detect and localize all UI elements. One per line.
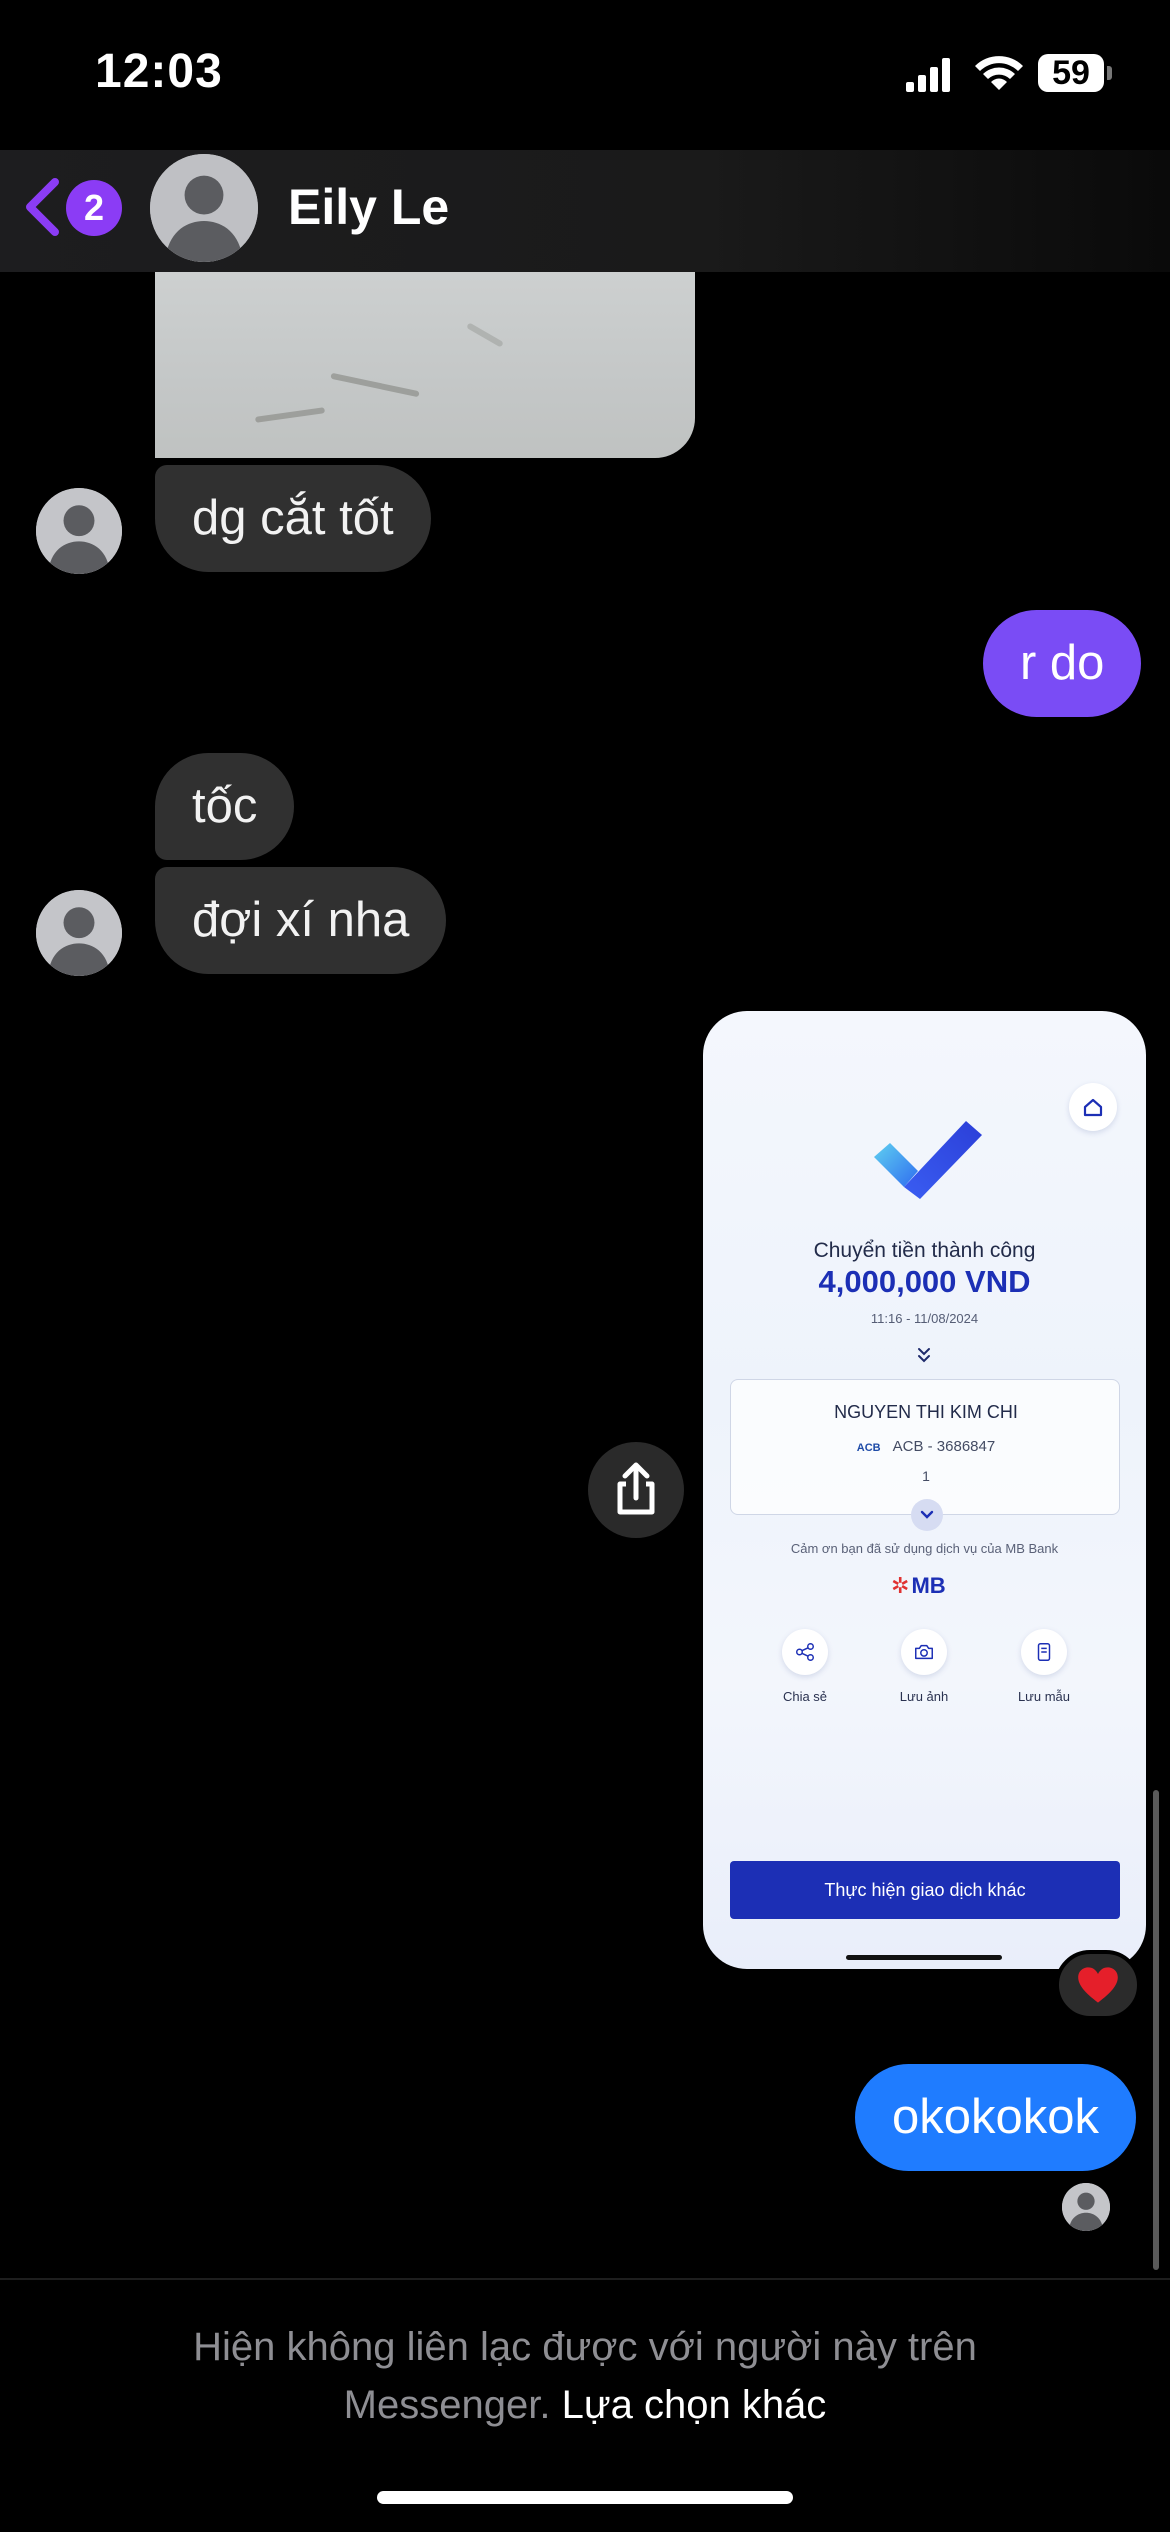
back-button[interactable]: 2 <box>22 174 122 244</box>
photo-attachment[interactable] <box>155 272 695 458</box>
sender-avatar[interactable] <box>36 890 122 976</box>
photo-detail <box>254 407 326 423</box>
status-bar: 12:03 59 <box>0 0 1170 150</box>
share-action: Chia sẻ <box>760 1629 850 1704</box>
chevron-down-icon <box>920 1510 934 1519</box>
footer-divider <box>0 2278 1170 2280</box>
person-icon <box>150 154 258 262</box>
cellular-signal-icon <box>906 58 950 92</box>
save-image-action: Lưu ảnh <box>879 1629 969 1704</box>
person-icon <box>1062 2183 1110 2231</box>
chat-header: 2 Eily Le <box>0 150 1170 272</box>
expand-details-button <box>911 1499 943 1531</box>
share-nodes-icon <box>782 1629 828 1675</box>
checkmark-icon <box>874 1121 982 1199</box>
acb-logo: ACB <box>856 1442 881 1454</box>
scrollbar[interactable] <box>1153 1790 1159 2270</box>
read-receipt-avatar <box>1062 2183 1110 2231</box>
battery-tip <box>1107 66 1112 80</box>
contact-avatar[interactable] <box>150 154 258 262</box>
share-icon <box>617 1462 655 1515</box>
home-indicator-bar[interactable] <box>377 2491 793 2504</box>
mb-bank-logo: ✲MB <box>891 1573 946 1598</box>
camera-icon <box>901 1629 947 1675</box>
other-options-link[interactable]: Lựa chọn khác <box>562 2383 827 2427</box>
person-icon <box>36 890 122 976</box>
new-transaction-button: Thực hiện giao dịch khác <box>730 1861 1120 1919</box>
transfer-receipt-image[interactable]: Chuyển tiền thành công 4,000,000 VND 11:… <box>703 1011 1146 1969</box>
wifi-icon <box>975 56 1023 90</box>
unavailable-notice: Hiện không liên lạc được với người này t… <box>100 2318 1070 2434</box>
home-indicator <box>846 1955 1002 1960</box>
transfer-note: 1 <box>922 1468 930 1484</box>
photo-detail <box>466 322 504 348</box>
message-bubble-incoming[interactable]: dg cắt tốt <box>155 465 431 572</box>
double-chevron-down-icon <box>918 1348 930 1363</box>
document-icon <box>1021 1629 1067 1675</box>
message-bubble-outgoing[interactable]: r do <box>983 610 1142 717</box>
unread-badge: 2 <box>66 180 122 236</box>
message-bubble-incoming[interactable]: đợi xí nha <box>155 867 447 974</box>
save-template-action: Lưu mẫu <box>999 1629 1089 1704</box>
status-time: 12:03 <box>95 45 223 98</box>
star-icon: ✲ <box>891 1573 910 1598</box>
share-button[interactable] <box>588 1442 684 1538</box>
transfer-amount: 4,000,000 VND <box>818 1264 1031 1299</box>
transfer-datetime: 11:16 - 11/08/2024 <box>870 1311 979 1326</box>
thanks-text: Cảm ơn bạn đã sử dụng dịch vụ của MB Ban… <box>790 1541 1059 1556</box>
account-number: ACB - 3686847 <box>892 1438 996 1455</box>
recipient-account: ACB ACB - 3686847 <box>731 1438 1121 1455</box>
chevron-left-icon <box>26 178 59 236</box>
recipient-name: NGUYEN THI KIM CHI <box>834 1402 1018 1422</box>
transfer-status-title: Chuyển tiền thành công <box>813 1239 1036 1262</box>
home-icon <box>1069 1083 1117 1131</box>
message-bubble-outgoing[interactable]: okokokok <box>855 2064 1137 2171</box>
battery-level: 59 <box>1038 54 1104 92</box>
photo-detail <box>330 372 420 398</box>
message-bubble-incoming[interactable]: tốc <box>155 753 295 860</box>
heart-icon <box>1078 1967 1118 2003</box>
sender-avatar[interactable] <box>36 488 122 574</box>
person-icon <box>36 488 122 574</box>
heart-reaction[interactable] <box>1055 1950 1141 2020</box>
recipient-card: NGUYEN THI KIM CHI ACB ACB - 3686847 1 <box>730 1379 1120 1515</box>
contact-name[interactable]: Eily Le <box>288 178 449 236</box>
